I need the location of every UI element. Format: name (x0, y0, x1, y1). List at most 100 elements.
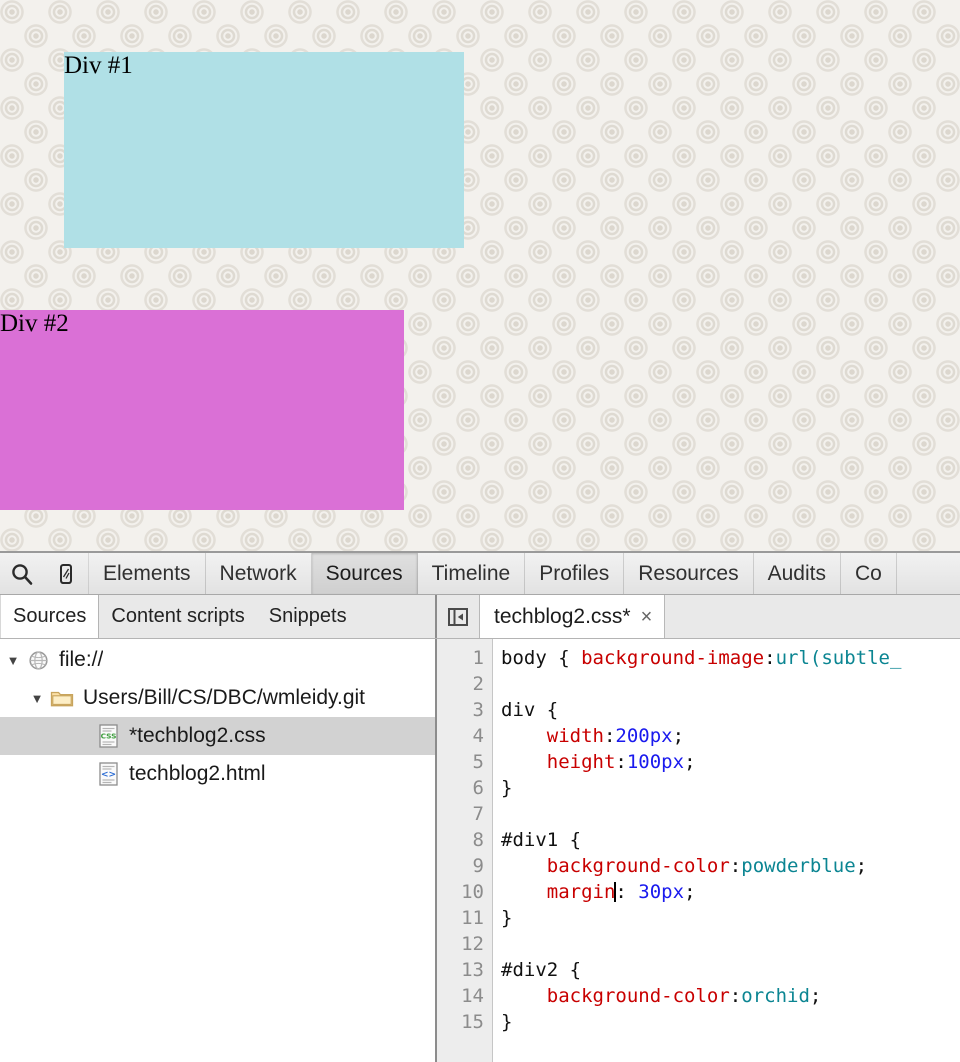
code-token: div { (501, 699, 559, 721)
tree-row-file-origin-label: file:// (59, 648, 104, 671)
code-token: width (546, 725, 604, 747)
code-line: height:100px; (501, 749, 960, 775)
line-number: 10 (461, 881, 484, 903)
subtab-sources-label: Sources (13, 605, 87, 627)
subtab-content-scripts[interactable]: Content scripts (99, 595, 256, 638)
editor-tab-strip: techblog2.css* × (437, 595, 960, 638)
tree-row-css-file-label: *techblog2.css (129, 724, 266, 747)
tab-resources-label: Resources (638, 561, 739, 585)
code-token: : (729, 855, 742, 877)
editor-file-tab[interactable]: techblog2.css* × (479, 595, 666, 638)
tab-network[interactable]: Network (206, 553, 312, 594)
line-number: 15 (461, 1011, 484, 1033)
globe-icon (24, 650, 52, 671)
css-file-icon: CSS (94, 724, 122, 748)
magnifier-icon[interactable] (0, 553, 44, 594)
subtab-snippets[interactable]: Snippets (257, 595, 359, 638)
code-token: : (615, 751, 627, 773)
panel-collapse-icon[interactable] (437, 605, 479, 629)
code-line: background-color:orchid; (501, 983, 960, 1009)
code-token: background-color (546, 855, 730, 877)
code-token: ; (684, 751, 696, 773)
page-div-2-label: Div #2 (0, 310, 69, 337)
code-text-area[interactable]: body { background-image:url(subtle_ div … (493, 639, 960, 1062)
svg-text:<>: <> (100, 770, 115, 780)
code-editor[interactable]: 1 2 3 4 5 6 7 8 9 10 11 12 13 14 15 body { background-… (437, 639, 960, 1062)
line-number: 1 (472, 647, 484, 669)
code-token: height (546, 751, 616, 773)
mobile-device-icon[interactable] (44, 553, 88, 594)
tab-audits[interactable]: Audits (754, 553, 841, 594)
tree-row-file-origin[interactable]: ▼ file:// (0, 641, 435, 679)
tab-audits-label: Audits (767, 561, 826, 585)
code-line: } (501, 905, 960, 931)
close-icon[interactable]: × (641, 607, 653, 627)
code-line: width:200px; (501, 723, 960, 749)
folder-icon (48, 688, 76, 708)
tree-row-css-file[interactable]: CSS *techblog2.css (0, 717, 435, 755)
code-line: body { background-image:url(subtle_ (501, 645, 960, 671)
tab-network-label: Network (219, 561, 297, 585)
code-token: ; (809, 985, 822, 1007)
subtab-snippets-label: Snippets (268, 605, 347, 627)
navigator-tab-strip: Sources Content scripts Snippets (0, 595, 437, 638)
code-token: : (764, 647, 776, 669)
line-number: 2 (472, 673, 484, 695)
tree-row-html-file[interactable]: <> techblog2.html (0, 755, 435, 793)
code-token: background-image (581, 647, 765, 669)
code-token: 100px (626, 751, 685, 773)
code-token: orchid (741, 985, 810, 1007)
code-line: div { (501, 697, 960, 723)
code-token: url(subtle_ (775, 647, 902, 669)
line-number: 14 (461, 985, 484, 1007)
rendered-page-viewport: Div #1 Div #2 (0, 0, 960, 551)
devtools-panel: Elements Network Sources Timeline Profil… (0, 551, 960, 1062)
file-navigator: ▼ file:// ▼ Users/Bill/CS/DBC/wmleidy.gi… (0, 639, 437, 1062)
subtab-sources[interactable]: Sources (0, 595, 100, 638)
tree-row-folder[interactable]: ▼ Users/Bill/CS/DBC/wmleidy.git (0, 679, 435, 717)
twisty-icon[interactable]: ▼ (2, 653, 24, 668)
tab-elements[interactable]: Elements (88, 553, 206, 594)
tab-sources[interactable]: Sources (311, 553, 418, 594)
code-token: 30px (638, 881, 685, 903)
line-number: 13 (461, 959, 484, 981)
code-token: ; (684, 881, 696, 903)
page-div-2: Div #2 (0, 310, 404, 510)
code-line: margin: 30px; (501, 879, 960, 905)
page-div-1: Div #1 (64, 52, 464, 248)
html-file-icon: <> (94, 762, 122, 786)
line-number: 7 (472, 803, 484, 825)
code-line: #div1 { (501, 827, 960, 853)
code-token: ; (855, 855, 868, 877)
code-token: : (729, 985, 742, 1007)
line-number: 6 (472, 777, 484, 799)
code-token: #div2 { (501, 959, 582, 981)
code-token: : (603, 725, 616, 747)
code-line: } (501, 775, 960, 801)
code-token: } (501, 1011, 513, 1033)
code-token: background-color (546, 985, 730, 1007)
tab-timeline[interactable]: Timeline (418, 553, 526, 594)
tab-timeline-label: Timeline (431, 561, 511, 585)
code-token: margin (546, 881, 616, 903)
tab-console[interactable]: Co (841, 553, 897, 594)
code-line: background-color:powderblue; (501, 853, 960, 879)
tab-profiles-label: Profiles (539, 561, 610, 585)
code-line: } (501, 1009, 960, 1035)
editor-file-tab-label: techblog2.css* (494, 604, 631, 628)
tab-profiles[interactable]: Profiles (525, 553, 625, 594)
code-token: powderblue (741, 855, 856, 877)
line-number: 5 (472, 751, 484, 773)
code-token: body { (501, 647, 582, 669)
svg-text:CSS: CSS (100, 732, 116, 741)
tab-console-label: Co (855, 561, 882, 585)
code-token: ; (672, 725, 685, 747)
tab-resources[interactable]: Resources (624, 553, 754, 594)
twisty-icon[interactable]: ▼ (26, 691, 48, 706)
